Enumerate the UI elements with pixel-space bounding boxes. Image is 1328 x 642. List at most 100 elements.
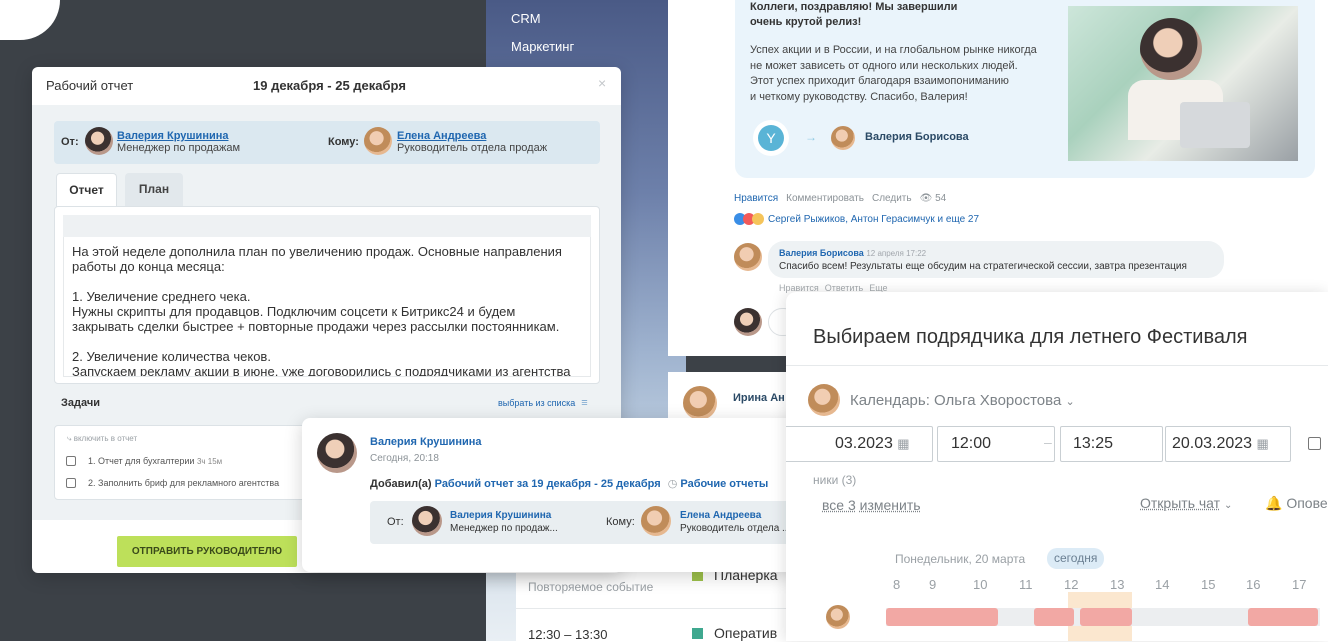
comment-action[interactable]: Комментировать	[786, 193, 864, 204]
recipient-name[interactable]: Валерия Борисова	[865, 131, 969, 143]
from-to-bar: От: Валерия Крушинина Менеджер по продаж…	[54, 121, 600, 164]
follow-action[interactable]: Следить	[872, 193, 912, 204]
participants-label: ники (3)	[813, 473, 857, 487]
date-to-input[interactable]: 20.03.2023 ▦	[1165, 426, 1291, 462]
post-body-line: и четкому руководству. Спасибо, Валерия!	[750, 90, 968, 103]
dialog-title: Рабочий отчет	[46, 78, 134, 93]
range-dash: –	[1044, 434, 1052, 450]
to-role: Руководитель отдела продаж	[397, 142, 548, 154]
event-title: Выбираем подрядчика для летнего Фестивал…	[813, 326, 1248, 348]
likers-list[interactable]: Сергей Рыжиков, Антон Герасимчук и еще 2…	[768, 214, 979, 225]
choose-from-list-link[interactable]: выбрать из списка	[498, 398, 575, 408]
cocktail-icon: Y	[753, 120, 789, 156]
repeat-label: Повторяемое событие	[528, 580, 654, 594]
post-body-line: Этот успех приходит благодаря взаимопони…	[750, 75, 1009, 87]
calendar-list: Повторяемое событие Планерка 12:30 – 13:…	[516, 562, 816, 642]
from-name[interactable]: Валерия Крушинина	[117, 130, 240, 142]
event-time: 12:30 – 13:30	[528, 627, 608, 642]
to-label: Кому:	[606, 516, 635, 528]
calendar-selector[interactable]: Календарь: Ольга Хворостова ⌄	[850, 392, 1075, 409]
send-to-manager-button[interactable]: ОТПРАВИТЬ РУКОВОДИТЕЛЮ	[117, 536, 297, 567]
avatar	[317, 433, 357, 473]
views-count: 👁 54	[919, 193, 947, 204]
report-text[interactable]: На этой неделе дополнила план по увеличе…	[63, 237, 591, 377]
comment-author[interactable]: Валерия Борисова	[779, 248, 864, 258]
avatar	[831, 126, 855, 150]
tab-plan[interactable]: План	[125, 173, 183, 206]
notification-from-to: От: Валерия Крушинина Менеджер по продаж…	[370, 501, 821, 544]
busy-block	[886, 608, 998, 626]
open-chat-button[interactable]: Открыть чат ⌄	[1140, 495, 1232, 511]
today-badge: сегодня	[1047, 548, 1105, 569]
time-from-input[interactable]: 12:00	[937, 426, 1055, 462]
participants-change: все 3 изменить	[822, 497, 921, 513]
avatar	[734, 243, 762, 271]
tasks-box: ⤷ включить в отчет 1. Отчет для бухгалте…	[54, 425, 314, 500]
calendar-icon: ▦	[897, 436, 910, 451]
busy-timeline	[886, 608, 1320, 626]
event-card: Выбираем подрядчика для летнего Фестивал…	[786, 292, 1328, 641]
busy-block	[1248, 608, 1318, 626]
busy-block	[1080, 608, 1132, 626]
post-photo	[1068, 6, 1298, 161]
added-label: Добавил(а)	[370, 478, 432, 490]
arrow-icon: →	[805, 130, 817, 144]
report-link[interactable]: Рабочий отчет за 19 декабря - 25 декабря	[435, 478, 661, 490]
time-to-input[interactable]: 13:25	[1060, 426, 1163, 462]
from-label: От:	[387, 516, 404, 528]
bell-icon: 🔔	[1265, 495, 1283, 511]
event-color-icon	[692, 628, 703, 639]
next-author[interactable]: Ирина Ан	[733, 392, 785, 404]
to-label: Кому:	[328, 136, 359, 148]
to-name[interactable]: Елена Андреева	[397, 130, 547, 142]
avatar	[641, 506, 671, 536]
busy-block	[1034, 608, 1074, 626]
work-reports-link[interactable]: Рабочие отчеты	[680, 478, 768, 490]
post-body-line: не может зависеть от одного или нескольк…	[750, 59, 1018, 72]
nav-marketing[interactable]: Маркетинг	[511, 39, 574, 54]
report-period: 19 декабря - 25 декабря	[253, 78, 406, 93]
comment-text: Спасибо всем! Результаты еще обсудим на …	[779, 261, 1187, 272]
avatar	[85, 127, 113, 155]
include-label: ⤷ включить в отчет	[67, 434, 138, 443]
gratitude-post: Коллеги, поздравляю! Мы завершили очень …	[735, 0, 1315, 178]
task-item: 1. Отчет для бухгалтерии 3ч 15м	[88, 456, 223, 466]
avatar	[826, 605, 850, 629]
comment-bubble: Валерия Борисова 12 апреля 17:22 Спасибо…	[768, 241, 1224, 278]
day-label: Понедельник, 20 марта	[895, 552, 1026, 566]
notification-author[interactable]: Валерия Крушинина	[370, 436, 481, 448]
task-checkbox[interactable]	[66, 456, 76, 466]
to-role: Руководитель отдела ...	[680, 523, 791, 534]
reactions-icon	[734, 213, 764, 225]
post-headline-1: Коллеги, поздравляю! Мы завершили	[750, 1, 958, 13]
comment-date: 12 апреля 17:22	[866, 249, 927, 258]
avatar	[734, 308, 762, 336]
close-icon[interactable]: ×	[598, 75, 606, 91]
nav-crm[interactable]: CRM	[511, 11, 541, 26]
report-editor[interactable]: На этой неделе дополнила план по увеличе…	[54, 206, 600, 384]
avatar	[808, 384, 840, 416]
like-action[interactable]: Нравится	[734, 193, 778, 204]
from-role: Менеджер по продаж...	[450, 523, 558, 534]
post-body-line: Успех акции и в России, и на глобальном …	[750, 44, 1037, 56]
all-day-checkbox[interactable]	[1308, 437, 1321, 450]
avatar	[412, 506, 442, 536]
clock-icon: ◷	[667, 478, 678, 490]
tasks-label: Задачи	[61, 397, 100, 409]
task-checkbox[interactable]	[66, 478, 76, 488]
from-role: Менеджер по продажам	[117, 142, 241, 154]
from-name[interactable]: Валерия Крушинина	[450, 509, 558, 522]
list-icon[interactable]: ≡	[581, 397, 587, 409]
event-operative[interactable]: Оператив	[714, 625, 777, 641]
date-from-input[interactable]: 03.2023 ▦	[786, 426, 933, 462]
avatar	[364, 127, 392, 155]
notify-button[interactable]: 🔔 Опове	[1265, 495, 1328, 512]
editor-toolbar	[63, 215, 591, 237]
task-item[interactable]: 2. Заполнить бриф для рекламного агентст…	[88, 478, 303, 488]
avatar	[683, 386, 717, 420]
hours-row: 8 9 10 11 12 13 14 15 16 17	[893, 577, 1307, 592]
tab-report[interactable]: Отчет	[56, 173, 117, 207]
calendar-icon: ▦	[1256, 436, 1269, 451]
to-name[interactable]: Елена Андреева	[680, 509, 790, 522]
from-label: От:	[61, 136, 79, 148]
